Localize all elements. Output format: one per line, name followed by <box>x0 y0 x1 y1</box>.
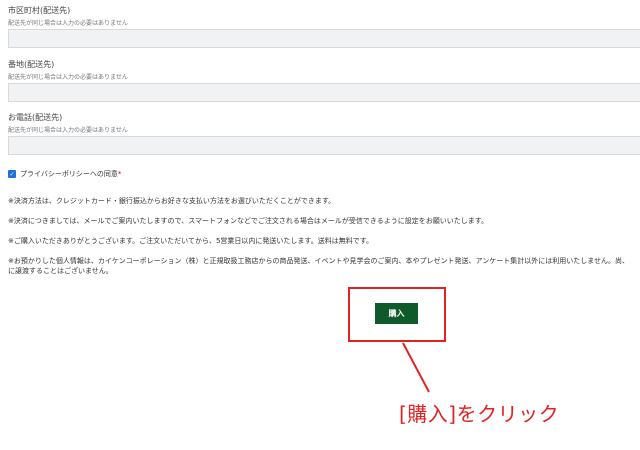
callout-text: [購入]をクリック <box>399 402 560 426</box>
callout-line <box>402 342 430 393</box>
